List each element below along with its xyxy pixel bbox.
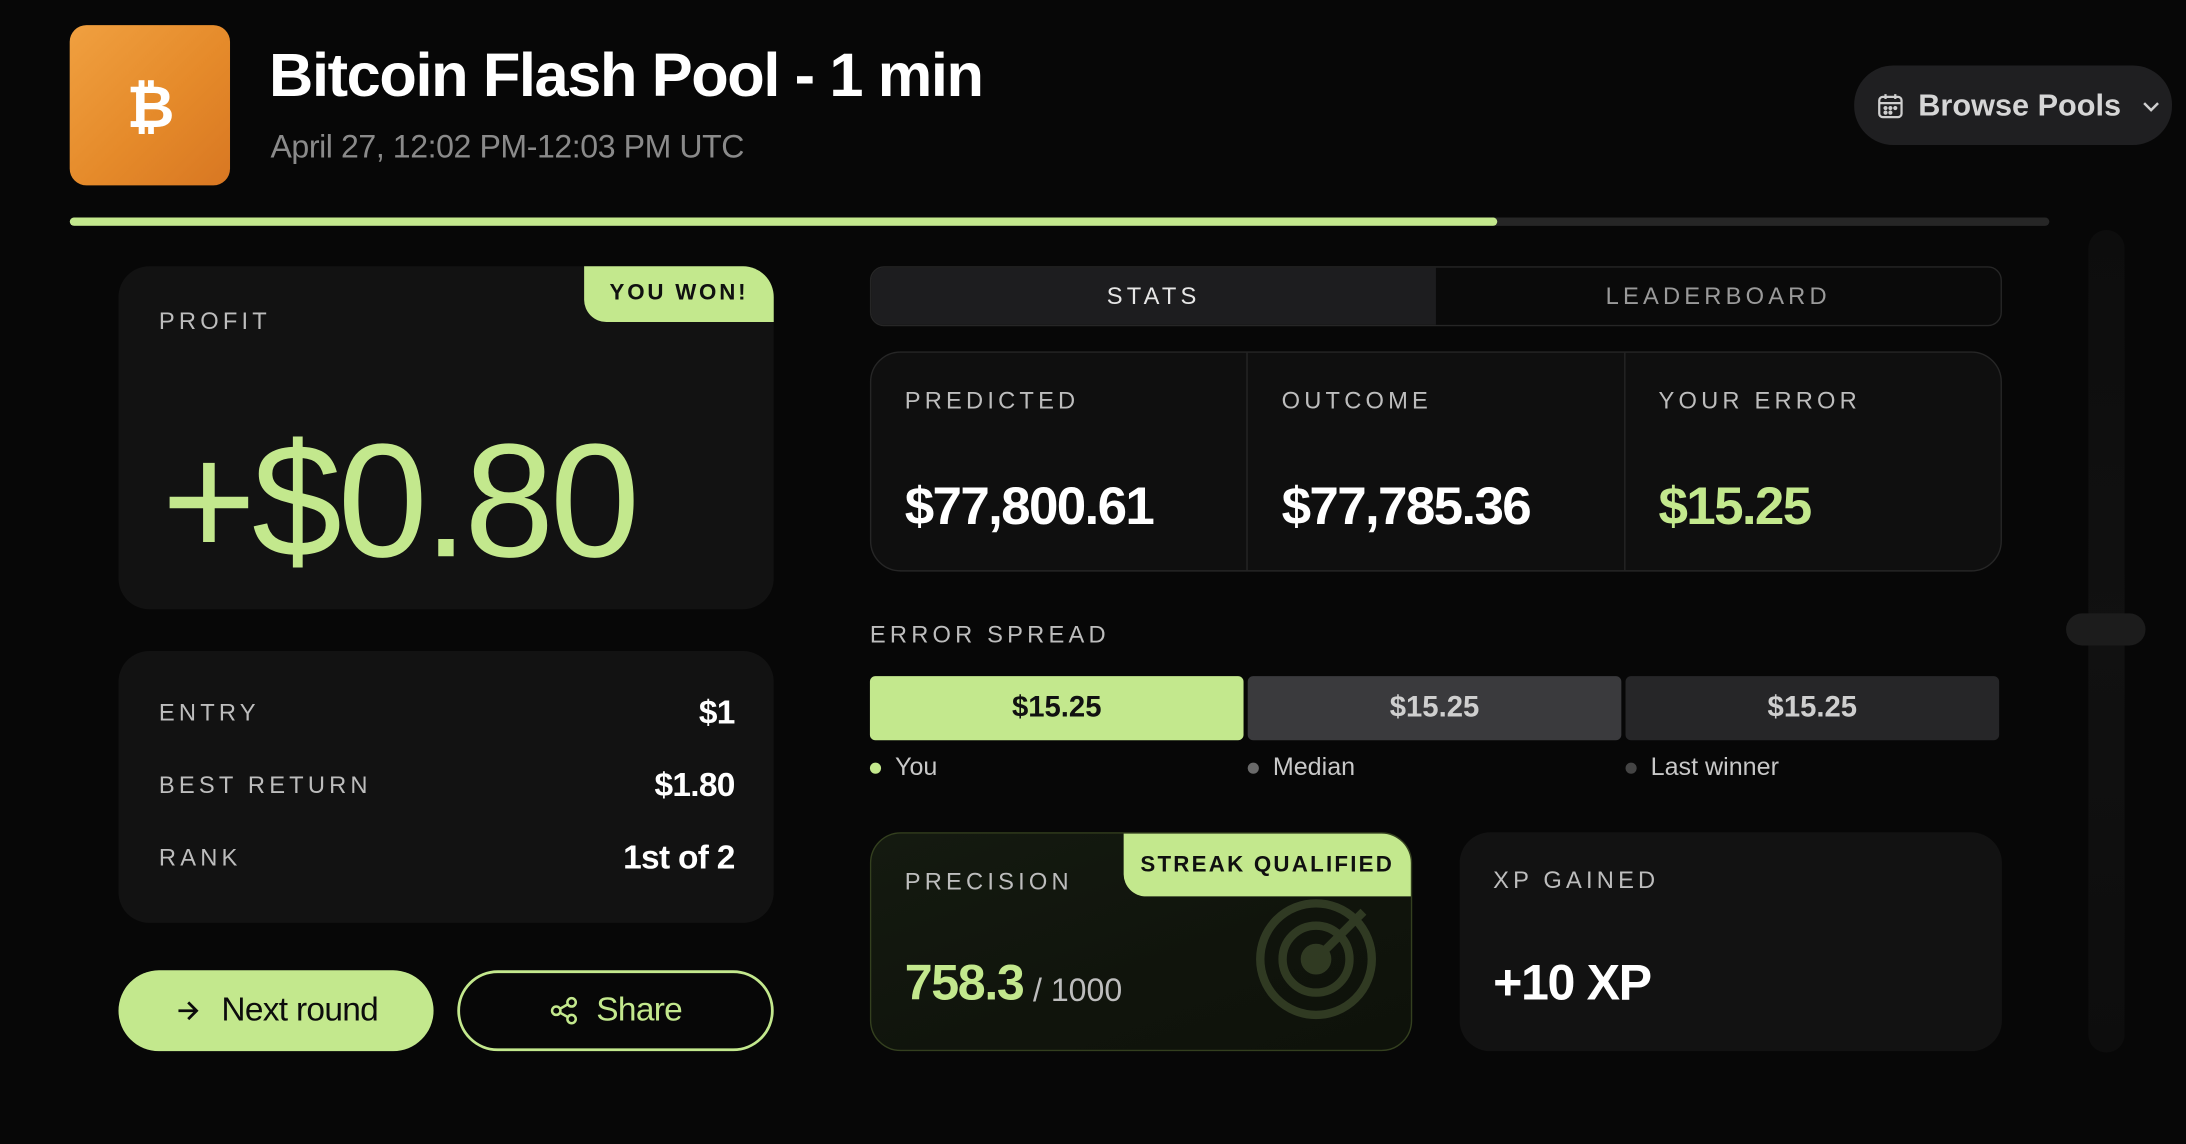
bitcoin-logo: ₿ [69, 25, 231, 186]
result-tabs: STATS LEADERBOARD [869, 266, 2002, 327]
rank-value: 1st of 2 [623, 839, 735, 877]
svg-text:₿: ₿ [126, 72, 174, 140]
xp-gained-value: +10 XP [1493, 953, 1652, 1011]
tab-leaderboard[interactable]: LEADERBOARD [1436, 268, 2001, 325]
precision-max: / 1000 [1033, 971, 1123, 1008]
share-icon [550, 996, 577, 1025]
error-bar-last-winner: $15.25 [1625, 676, 2000, 741]
error-spread-label: ERROR SPREAD [869, 621, 1110, 649]
entry-value: $1 [698, 694, 736, 732]
legend-last-winner-label: Last winner [1650, 752, 1779, 781]
legend-last-winner: Last winner [1625, 752, 1779, 782]
scroll-handle[interactable] [2066, 613, 2146, 646]
page-title: Bitcoin Flash Pool - 1 min [269, 41, 984, 111]
rank-label: RANK [158, 844, 242, 872]
you-won-badge: YOU WON! [584, 266, 774, 323]
legend-dot-icon [1625, 761, 1637, 774]
predicted-label: PREDICTED [904, 387, 1080, 415]
legend-you: You [869, 752, 938, 782]
precision-value: 758.3 [904, 953, 1025, 1011]
chevron-down-icon [2143, 101, 2160, 112]
legend-median: Median [1247, 752, 1356, 782]
legend-dot-icon [1247, 761, 1259, 774]
your-error-stat: YOUR ERROR $15.25 [1623, 352, 2001, 571]
round-progress-bar [69, 217, 2050, 226]
predicted-value: $77,800.61 [904, 478, 1155, 537]
prediction-stats-panel: PREDICTED $77,800.61 OUTCOME $77,785.36 … [869, 351, 2002, 572]
best-return-label: BEST RETURN [158, 772, 372, 799]
streak-qualified-badge: STREAK QUALIFIED [1123, 833, 1411, 897]
pool-time-range: April 27, 12:02 PM-12:03 PM UTC [270, 128, 745, 165]
error-bar-median: $15.25 [1247, 676, 1622, 741]
round-progress-fill [69, 217, 1498, 226]
next-round-button[interactable]: Next round [118, 970, 434, 1052]
tab-stats[interactable]: STATS [871, 267, 1436, 325]
bitcoin-icon: ₿ [126, 72, 174, 140]
xp-gained-label: XP GAINED [1493, 867, 1660, 894]
outcome-value: $77,785.36 [1281, 478, 1532, 537]
your-error-label: YOUR ERROR [1658, 387, 1861, 415]
your-error-value: $15.25 [1658, 478, 1812, 537]
best-return-value: $1.80 [654, 766, 735, 805]
arrow-right-icon [178, 1001, 199, 1021]
precision-label: PRECISION [904, 868, 1073, 896]
legend-you-label: You [895, 752, 938, 781]
target-icon [1256, 899, 1376, 1020]
legend-dot-icon [869, 761, 882, 774]
browse-pools-label: Browse Pools [1918, 87, 2122, 122]
browse-pools-button[interactable]: Browse Pools [1854, 65, 2173, 145]
entry-label: ENTRY [158, 699, 260, 727]
profit-value: +$0.80 [161, 409, 640, 592]
predicted-stat: PREDICTED $77,800.61 [871, 353, 1246, 570]
next-round-label: Next round [221, 991, 379, 1029]
calendar-icon [1878, 93, 1903, 118]
profit-label: PROFIT [158, 308, 271, 335]
share-label: Share [596, 991, 683, 1029]
error-bar-you: $15.25 [869, 676, 1244, 741]
legend-median-label: Median [1272, 752, 1356, 781]
outcome-stat: OUTCOME $77,785.36 [1246, 352, 1624, 571]
outcome-label: OUTCOME [1281, 387, 1433, 415]
xp-card [1459, 832, 2002, 1052]
share-button[interactable]: Share [457, 970, 774, 1052]
